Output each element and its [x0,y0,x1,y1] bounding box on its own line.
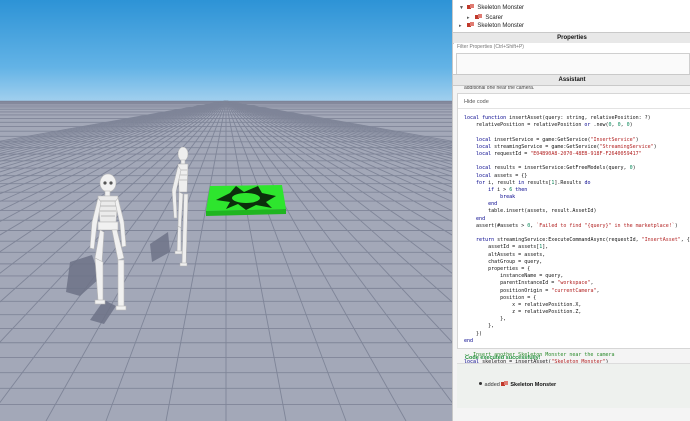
code-line: }) [464,330,483,337]
tree-item-label: Skeleton Monster [477,23,525,29]
code-line: for i, result in results[1].Results do [476,179,591,186]
code-line: chatGroup = query, [464,258,543,265]
bullet-icon [479,382,482,385]
spawn-location[interactable] [206,185,286,216]
code-block: Hide code local function insertAsset(que… [457,93,690,373]
model-icon [466,22,474,28]
properties-body [456,53,690,75]
code-line: end [488,201,498,208]
code-line: local results = insertService:GetFreeMod… [476,165,636,172]
tree-item[interactable]: ▼ Skeleton Monster [459,3,524,13]
code-line: assetId = assets[1], [464,244,549,251]
code-line: table.insert(assets, result.AssetId) [464,208,597,215]
model-icon [501,381,509,387]
code-content: local function insertAsset(query: string… [464,115,690,374]
added-item-name: Skeleton Monster [510,382,557,388]
assistant-header[interactable]: Assistant [453,74,690,86]
divider [458,108,690,109]
code-line: local requestId = "E04B90A8-2070-48EB-91… [476,150,642,157]
code-line: local insertService = game:GetService("I… [476,136,639,143]
code-line: local assets = {} [476,172,528,179]
code-line: end [464,337,474,344]
model-icon [466,4,474,10]
code-line: altAssets = assets, [464,251,546,258]
added-items-box: added Skeleton Monster [457,363,690,408]
added-item-entry[interactable]: added Skeleton Monster [479,381,556,388]
code-line: position = { [464,294,537,301]
code-line: if i > 6 then [488,186,528,193]
code-line: positionOrigin = "currentCamera", [464,287,600,294]
success-message: Code executed successfully! [465,355,541,361]
code-line: z = relativePosition.Z, [464,309,582,316]
skeleton-monster-figure[interactable] [89,173,127,311]
explorer-tree: ▼ Skeleton Monster ▸ Scarer ▸ Skeleton M… [453,0,690,31]
side-panel: ▼ Skeleton Monster ▸ Scarer ▸ Skeleton M… [452,0,690,421]
expand-arrow-icon[interactable]: ▼ [459,3,465,13]
code-line: }, [464,316,507,323]
expand-arrow-icon[interactable]: ▸ [459,21,465,31]
code-line: end [476,215,486,222]
code-line: parentInstanceId = "workspace", [464,280,594,287]
filter-properties-input[interactable] [454,43,690,51]
code-line: assert(#assets > 0, `Failed to find "{qu… [464,222,678,229]
game-viewport[interactable] [0,0,452,421]
code-line: relativePosition = relativePosition or .… [464,122,633,129]
added-prefix: added [484,382,500,388]
hide-code-button[interactable]: Hide code [464,99,489,105]
code-line: instanceName = query, [464,273,564,280]
assistant-message-text: additional one near the camera. [464,86,535,91]
code-line: return streamingService:ExecuteCommandAs… [476,237,690,244]
tree-item[interactable]: ▸ Skeleton Monster [459,21,524,31]
code-line: x = relativePosition.X, [464,301,582,308]
code-line: }, [464,323,495,330]
assistant-panel: additional one near the camera. Hide cod… [453,86,690,421]
code-line: break [500,194,516,201]
tree-item-label: Skeleton Monster [477,5,525,11]
code-line: local function insertAsset(query: string… [464,115,651,121]
model-icon [474,14,482,20]
code-line: local streamingService = game:GetService… [476,143,657,150]
code-line: properties = { [464,265,531,272]
skeleton-monster-figure[interactable] [171,146,189,267]
